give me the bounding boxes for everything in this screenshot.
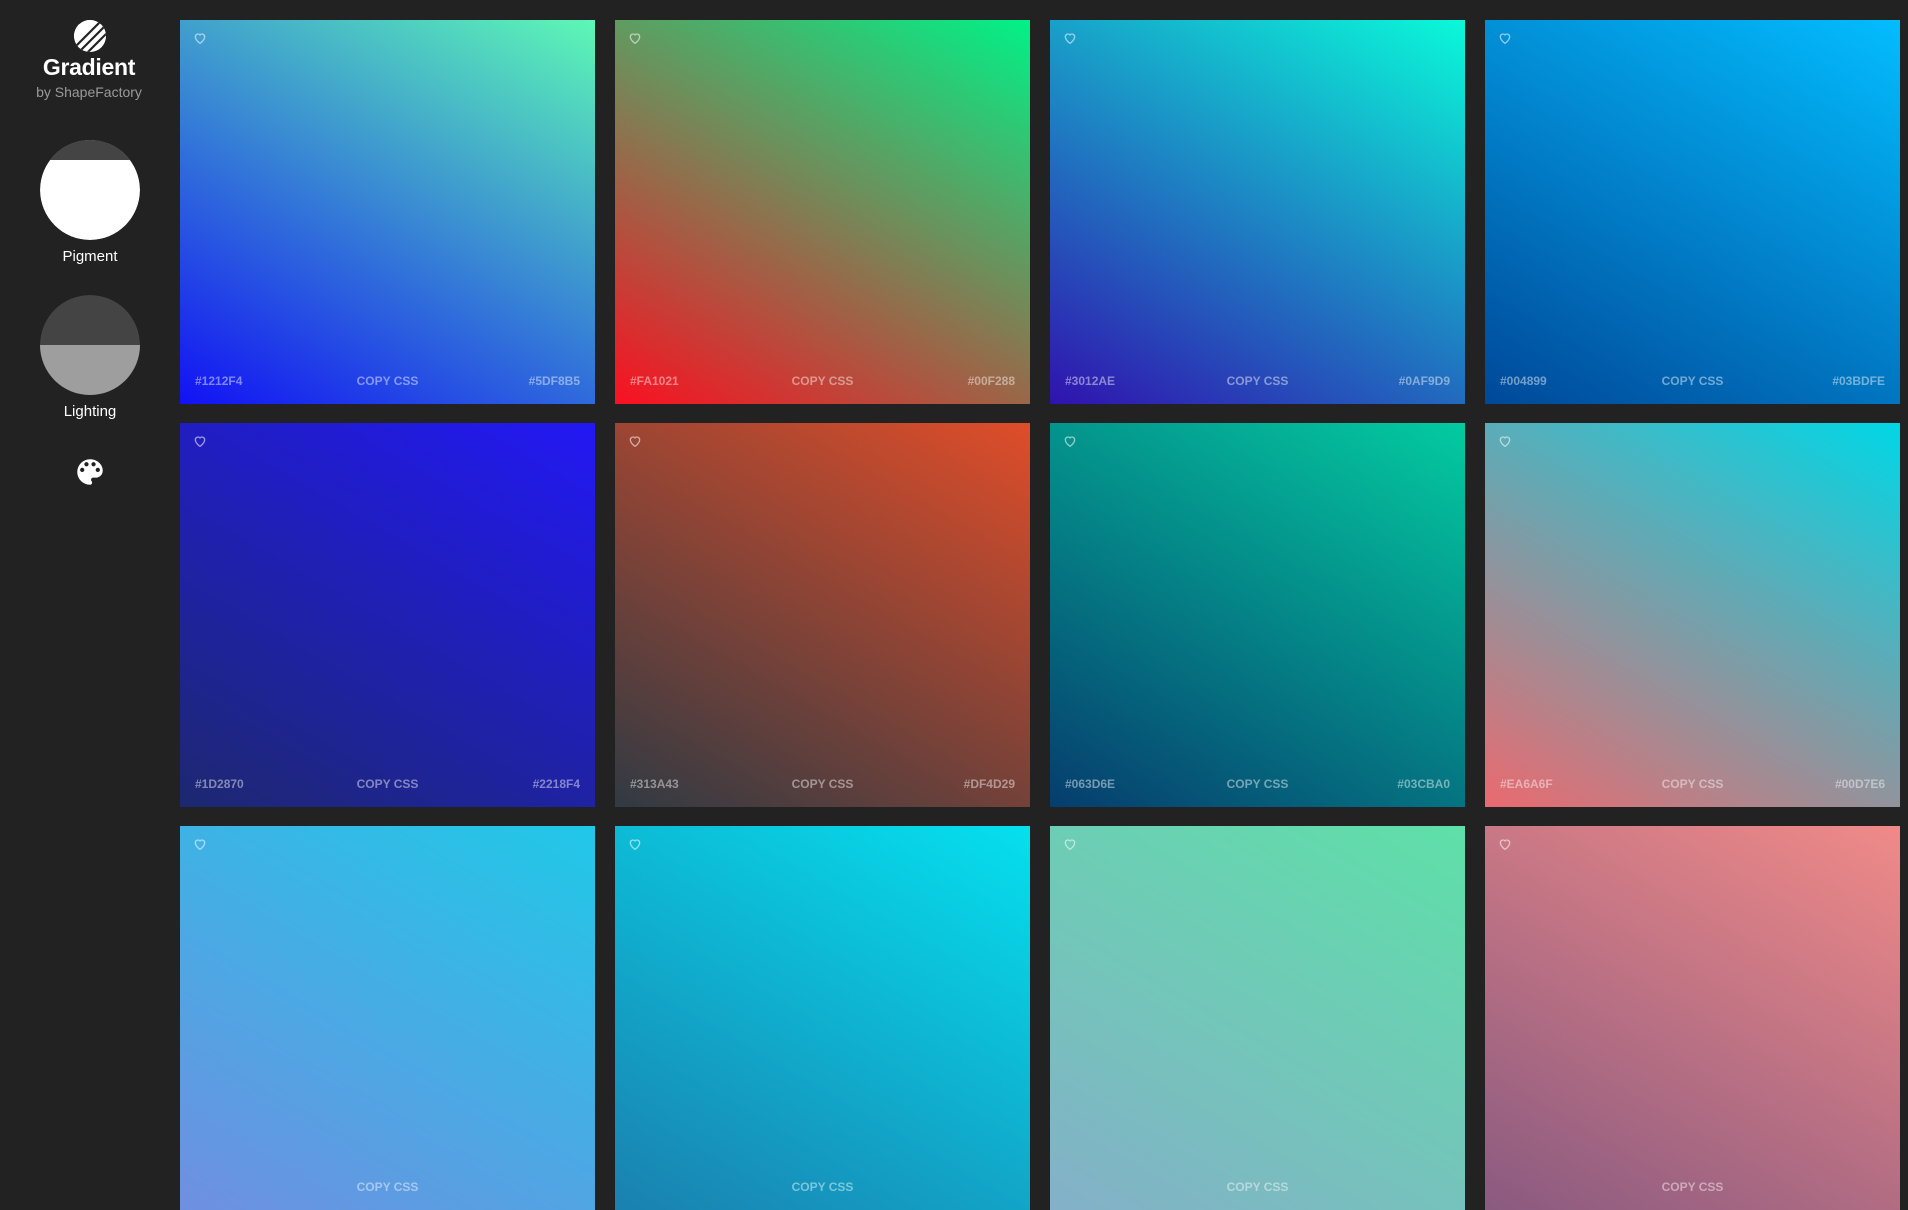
gradient-card[interactable]: COPY CSS	[180, 826, 595, 1210]
heart-icon[interactable]	[192, 433, 208, 449]
heart-icon[interactable]	[192, 30, 208, 46]
card-footer: #3012AE COPY CSS #0AF9D9	[1050, 374, 1465, 390]
brand-subtitle: by ShapeFactory	[36, 84, 142, 100]
card-footer: COPY CSS	[1050, 1180, 1465, 1196]
gradient-card[interactable]: #EA6A6F COPY CSS #00D7E6	[1485, 423, 1900, 807]
heart-icon[interactable]	[1497, 836, 1513, 852]
gradient-card[interactable]: COPY CSS	[1050, 826, 1465, 1210]
copy-css-button[interactable]: COPY CSS	[615, 1180, 1030, 1194]
pigment-mode-icon	[40, 140, 140, 240]
card-footer: #FA1021 COPY CSS #00F288	[615, 374, 1030, 390]
palette-icon[interactable]	[73, 455, 107, 489]
card-footer: COPY CSS	[615, 1180, 1030, 1196]
gradient-card[interactable]: #063D6E COPY CSS #03CBA0	[1050, 423, 1465, 807]
end-color-code[interactable]: #0AF9D9	[1399, 374, 1450, 388]
sidebar: Gradient by ShapeFactory Pigment Lightin…	[0, 0, 178, 842]
card-footer: #313A43 COPY CSS #DF4D29	[615, 777, 1030, 793]
gradient-card[interactable]: COPY CSS	[1485, 826, 1900, 1210]
gradient-card[interactable]: #1D2870 COPY CSS #2218F4	[180, 423, 595, 807]
lighting-mode-icon	[40, 295, 140, 395]
pigment-mode-button[interactable]: Pigment	[40, 140, 140, 265]
card-footer: #004899 COPY CSS #03BDFE	[1485, 374, 1900, 390]
copy-css-button[interactable]: COPY CSS	[180, 1180, 595, 1194]
gradient-card[interactable]: COPY CSS	[615, 826, 1030, 1210]
heart-icon[interactable]	[627, 836, 643, 852]
heart-icon[interactable]	[1497, 433, 1513, 449]
gradient-card[interactable]: #1212F4 COPY CSS #5DF8B5	[180, 20, 595, 404]
brand-title: Gradient	[42, 54, 136, 80]
card-footer: #063D6E COPY CSS #03CBA0	[1050, 777, 1465, 793]
end-color-code[interactable]: #03CBA0	[1397, 777, 1450, 791]
end-color-code[interactable]: #00D7E6	[1835, 777, 1885, 791]
card-footer: #1212F4 COPY CSS #5DF8B5	[180, 374, 595, 390]
card-footer: COPY CSS	[180, 1180, 595, 1196]
heart-icon[interactable]	[1062, 836, 1078, 852]
heart-icon[interactable]	[192, 836, 208, 852]
copy-css-button[interactable]: COPY CSS	[1485, 1180, 1900, 1194]
gradient-card[interactable]: #FA1021 COPY CSS #00F288	[615, 20, 1030, 404]
gradient-card[interactable]: #313A43 COPY CSS #DF4D29	[615, 423, 1030, 807]
heart-icon[interactable]	[1062, 30, 1078, 46]
heart-icon[interactable]	[627, 30, 643, 46]
gradient-card[interactable]: #004899 COPY CSS #03BDFE	[1485, 20, 1900, 404]
card-footer: #1D2870 COPY CSS #2218F4	[180, 777, 595, 793]
end-color-code[interactable]: #2218F4	[533, 777, 580, 791]
card-footer: #EA6A6F COPY CSS #00D7E6	[1485, 777, 1900, 793]
copy-css-button[interactable]: COPY CSS	[1050, 1180, 1465, 1194]
striped-circle-logo[interactable]	[74, 20, 106, 52]
heart-icon[interactable]	[627, 433, 643, 449]
end-color-code[interactable]: #DF4D29	[964, 777, 1015, 791]
heart-icon[interactable]	[1497, 30, 1513, 46]
end-color-code[interactable]: #03BDFE	[1832, 374, 1885, 388]
lighting-mode-label: Lighting	[63, 403, 117, 420]
heart-icon[interactable]	[1062, 433, 1078, 449]
gradient-card[interactable]: #3012AE COPY CSS #0AF9D9	[1050, 20, 1465, 404]
pigment-mode-label: Pigment	[62, 248, 118, 265]
card-footer: COPY CSS	[1485, 1180, 1900, 1196]
end-color-code[interactable]: #5DF8B5	[529, 374, 580, 388]
end-color-code[interactable]: #00F288	[968, 374, 1015, 388]
lighting-mode-button[interactable]: Lighting	[40, 295, 140, 420]
